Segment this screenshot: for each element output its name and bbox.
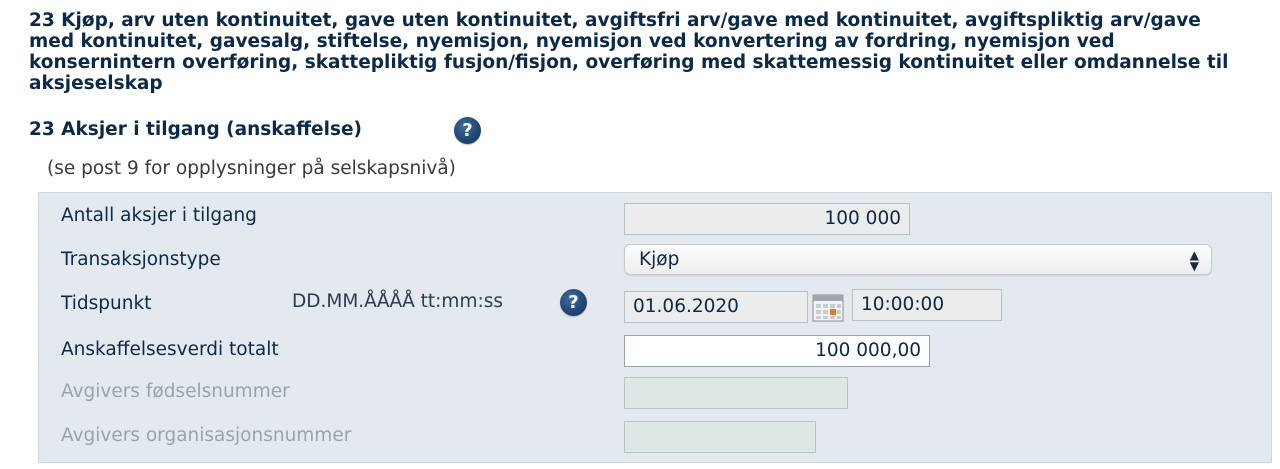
orgnummer-label: Avgivers organisasjonsnummer	[61, 425, 352, 446]
section-heading: 23 Kjøp, arv uten kontinuitet, gave uten…	[29, 10, 1229, 94]
help-icon[interactable]: ?	[454, 117, 481, 144]
fodselsnummer-field[interactable]	[624, 377, 848, 409]
antall-aksjer-field[interactable]: 100 000	[624, 203, 910, 235]
tidspunkt-format-hint: DD.MM.ÅÅÅÅ tt:mm:ss	[292, 291, 503, 312]
section-subheading: 23 Aksjer i tilgang (anskaffelse)	[29, 119, 362, 140]
transaksjonstype-select[interactable]: Kjøp ▲ ▼	[624, 244, 1212, 275]
section-note: (se post 9 for opplysninger på selskapsn…	[47, 158, 456, 179]
anskaffelsesverdi-field[interactable]: 100 000,00	[624, 335, 930, 367]
tidspunkt-label: Tidspunkt	[61, 293, 152, 314]
antall-aksjer-label: Antall aksjer i tilgang	[61, 205, 257, 226]
fodselsnummer-label: Avgivers fødselsnummer	[61, 381, 290, 402]
help-icon[interactable]: ?	[560, 289, 587, 316]
tidspunkt-time-field[interactable]: 10:00:00	[852, 289, 1002, 321]
orgnummer-field[interactable]	[624, 421, 816, 453]
anskaffelsesverdi-label: Anskaffelsesverdi totalt	[61, 339, 279, 360]
tidspunkt-date-field[interactable]: 01.06.2020	[624, 291, 808, 323]
transaksjonstype-label: Transaksjonstype	[61, 249, 221, 270]
calendar-icon[interactable]	[812, 292, 844, 322]
transaksjonstype-value: Kjøp	[639, 249, 680, 270]
updown-chevron-icon: ▲ ▼	[1189, 248, 1199, 273]
